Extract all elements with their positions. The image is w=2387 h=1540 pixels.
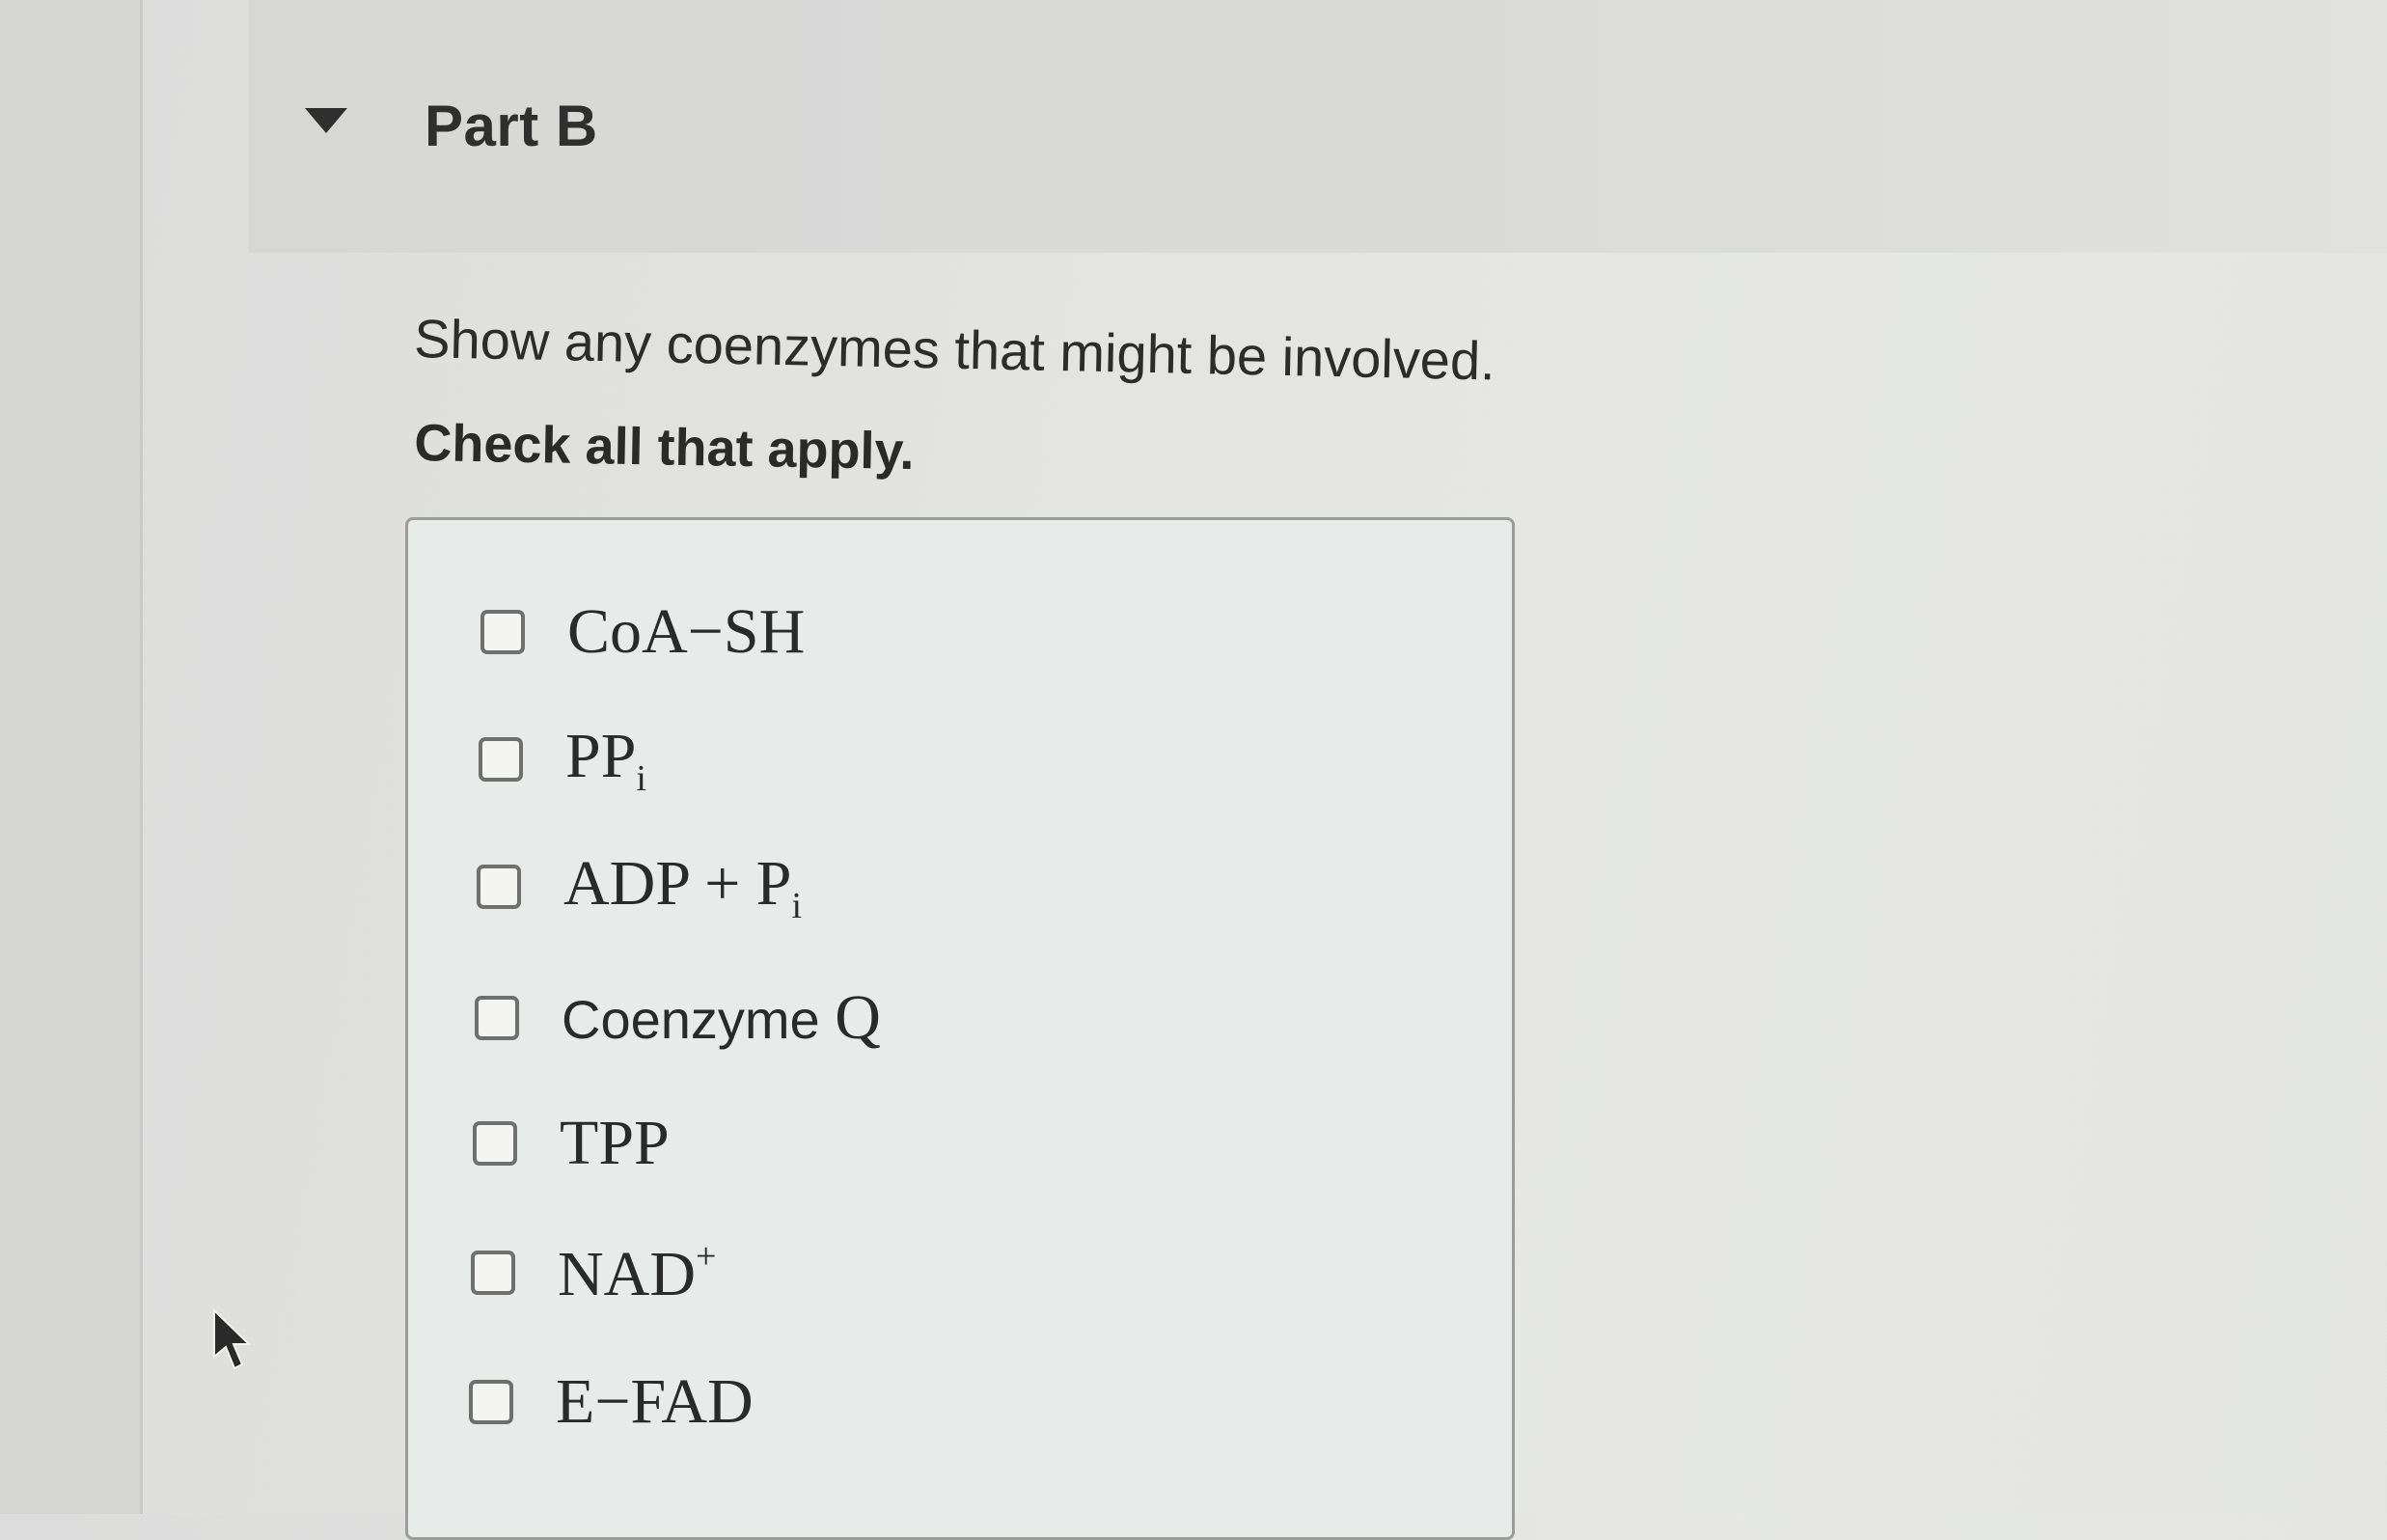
- checkbox[interactable]: [473, 1121, 517, 1166]
- checkbox[interactable]: [475, 996, 519, 1040]
- option-label: NAD+: [558, 1235, 717, 1309]
- option-ppi[interactable]: PPi: [479, 721, 646, 799]
- option-adp-pi[interactable]: ADP + Pi: [477, 848, 802, 926]
- option-e-fad[interactable]: E−FAD: [469, 1366, 754, 1437]
- option-coa-sh[interactable]: CoA−SH: [480, 596, 806, 667]
- option-label: TPP: [560, 1108, 670, 1178]
- option-label: PPi: [565, 720, 646, 799]
- left-panel: [0, 0, 143, 1514]
- caret-down-icon[interactable]: [301, 104, 351, 139]
- option-label: ADP + Pi: [563, 847, 803, 926]
- checkbox[interactable]: [480, 610, 525, 654]
- option-label: Coenzyme Q: [562, 982, 881, 1053]
- checkbox[interactable]: [469, 1380, 513, 1424]
- option-label: E−FAD: [556, 1366, 754, 1437]
- part-title: Part B: [425, 94, 598, 158]
- checkbox[interactable]: [477, 865, 521, 909]
- option-nad[interactable]: NAD+: [471, 1236, 716, 1309]
- option-tpp[interactable]: TPP: [473, 1108, 670, 1178]
- option-coenzyme-q[interactable]: Coenzyme Q: [475, 982, 881, 1053]
- checkbox[interactable]: [471, 1251, 515, 1295]
- mouse-pointer-icon: [210, 1307, 255, 1372]
- checkbox[interactable]: [479, 737, 523, 782]
- question-instruction: Check all that apply.: [413, 413, 916, 481]
- option-label: CoA−SH: [567, 596, 806, 667]
- question-prompt: Show any coenzymes that might be involve…: [413, 307, 1496, 392]
